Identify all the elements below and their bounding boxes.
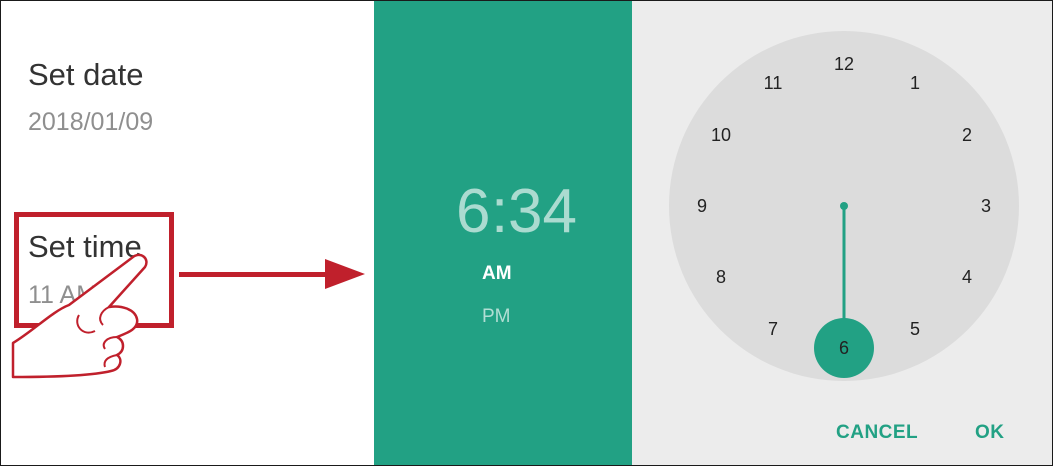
hour-display[interactable]: 6	[456, 176, 491, 247]
screenshot-frame: Set date 2018/01/09 Set time 11 AM 6 : 3…	[0, 0, 1053, 466]
time-header: 6 : 34 AM PM	[374, 1, 632, 465]
clock-number-5[interactable]: 5	[910, 319, 920, 339]
minute-display[interactable]: 34	[508, 176, 577, 247]
arrow-head-icon	[325, 259, 365, 289]
settings-panel: Set date 2018/01/09 Set time 11 AM	[1, 1, 374, 465]
time-separator: :	[491, 177, 509, 246]
tap-hand-icon	[11, 253, 148, 379]
set-date-value: 2018/01/09	[28, 108, 154, 136]
clock-number-12[interactable]: 12	[834, 54, 854, 74]
clock-number-8[interactable]: 8	[716, 267, 726, 287]
clock-number-3[interactable]: 3	[981, 196, 991, 216]
clock-number-4[interactable]: 4	[962, 267, 972, 287]
clock-number-11[interactable]: 11	[764, 73, 783, 93]
clock-number-9[interactable]: 9	[697, 196, 707, 216]
clock-number-7[interactable]: 7	[768, 319, 778, 339]
set-date-title[interactable]: Set date	[28, 57, 143, 93]
am-toggle[interactable]: AM	[482, 263, 512, 285]
arrow-line	[179, 272, 329, 277]
clock-panel: 12 1 2 3 4 5 6 7 8 9 10 11 CANCEL OK	[632, 1, 1052, 465]
clock-number-6[interactable]: 6	[839, 338, 849, 358]
cancel-button[interactable]: CANCEL	[836, 422, 918, 444]
clock-number-2[interactable]: 2	[962, 125, 972, 145]
clock-number-10[interactable]: 10	[711, 125, 731, 145]
pm-toggle[interactable]: PM	[482, 306, 511, 328]
clock-number-1[interactable]: 1	[910, 73, 920, 93]
clock-dial[interactable]: 121234567891011	[632, 1, 1052, 401]
clock-center-dot	[840, 202, 848, 210]
ok-button[interactable]: OK	[975, 422, 1005, 444]
